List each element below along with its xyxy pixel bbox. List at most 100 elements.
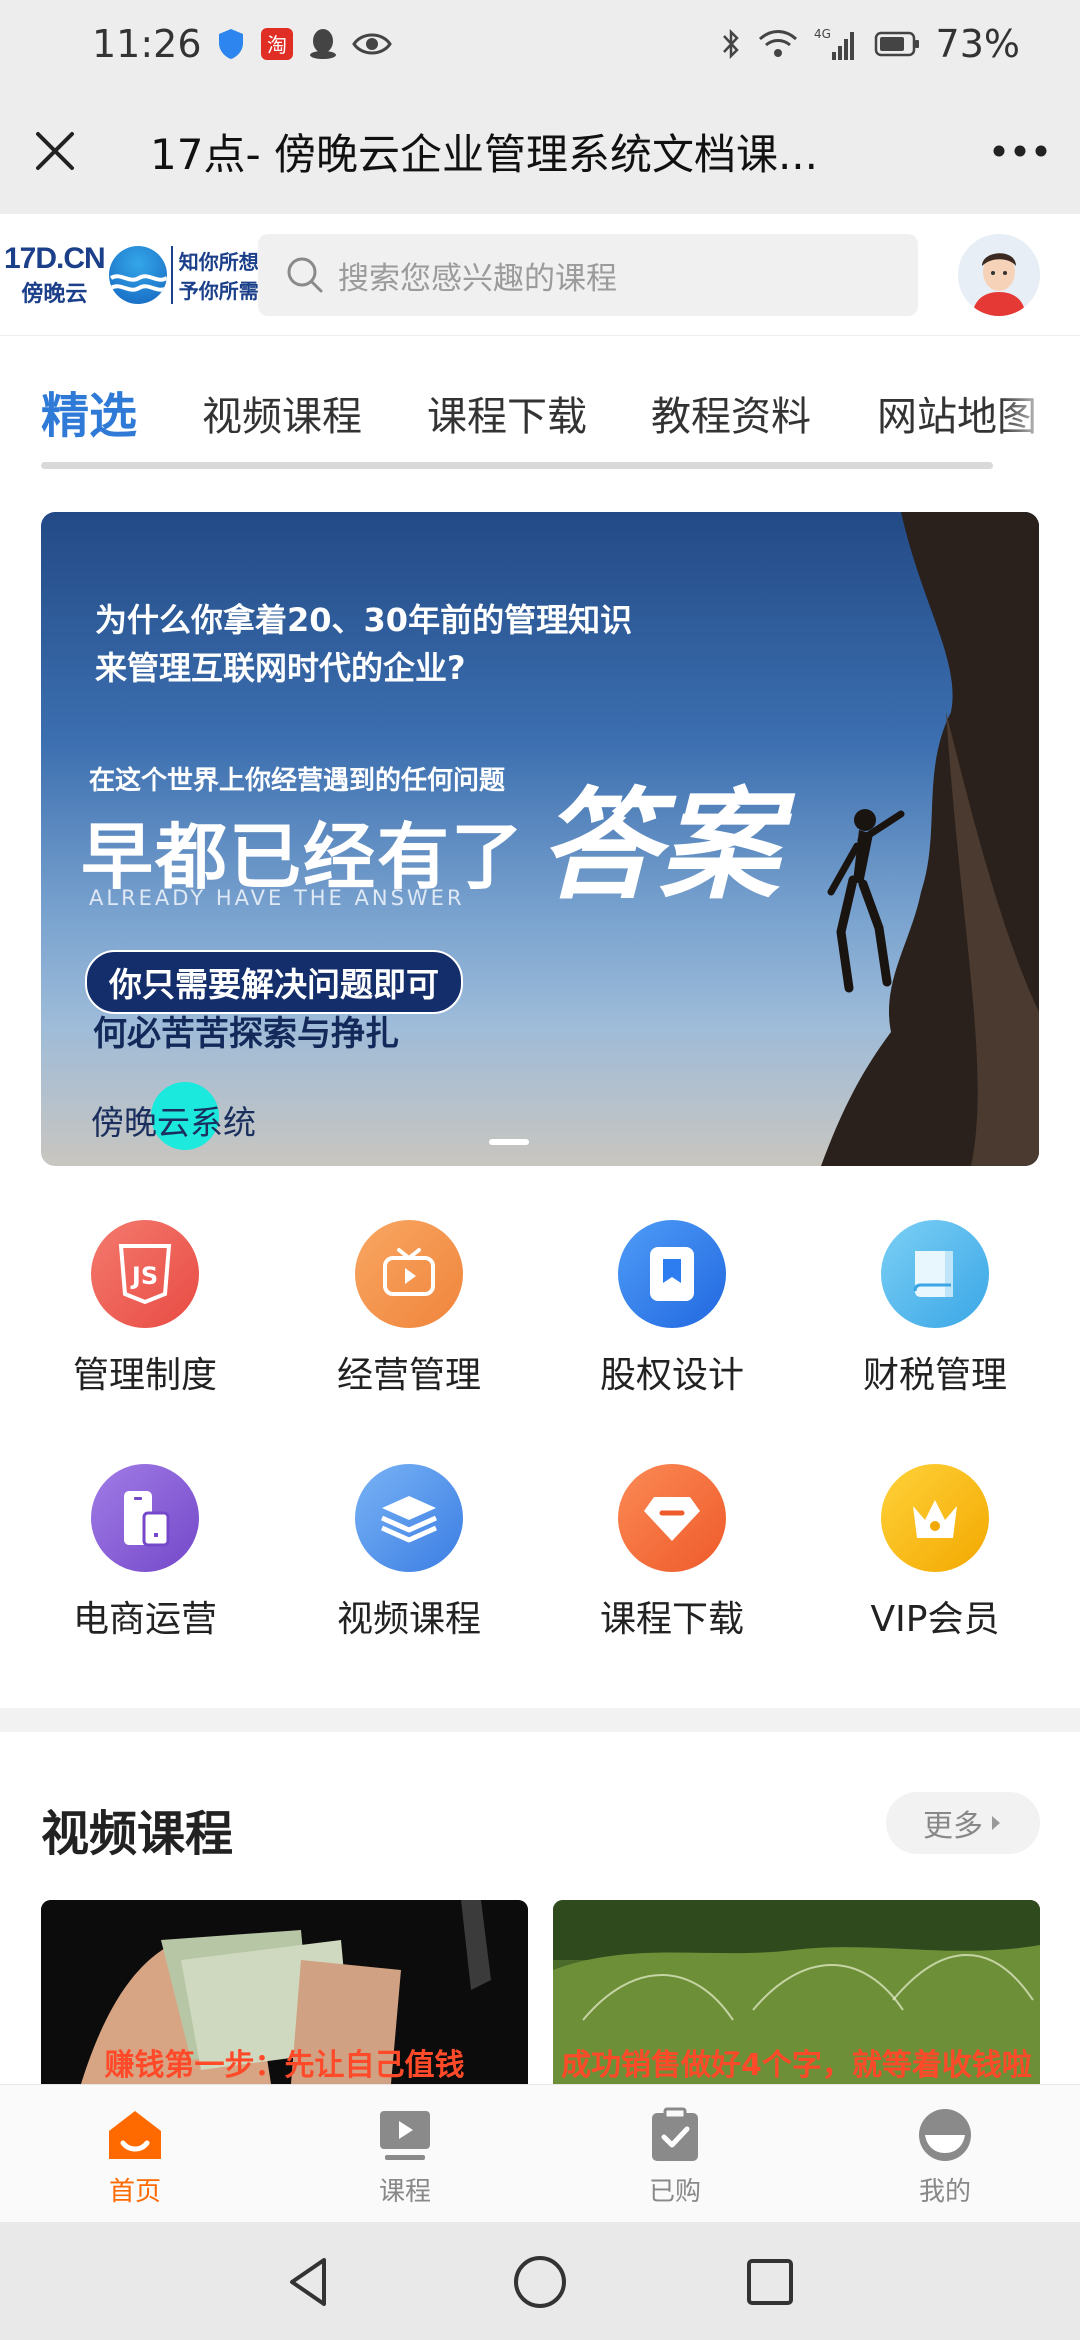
nav-profile[interactable]: 我的 (885, 2107, 1005, 2208)
home-button[interactable] (510, 2252, 570, 2312)
battery-percent: 73% (935, 22, 1020, 66)
status-time: 11:26 (92, 22, 202, 66)
search-icon (287, 257, 323, 293)
category-ecommerce[interactable]: 电商运营 (10, 1464, 280, 1664)
category-management-system[interactable]: JS 管理制度 (10, 1220, 280, 1420)
status-bar: 11:26 淘 4G 73% (0, 0, 1080, 88)
avatar[interactable] (958, 234, 1040, 316)
banner-question-line-1: 为什么你拿着20、30年前的管理知识 (95, 601, 633, 639)
tab-video-courses[interactable]: 视频课程 (202, 384, 362, 442)
category-label: 课程下载 (599, 1599, 744, 1640)
bluetooth-icon (720, 26, 742, 62)
nav-courses[interactable]: 课程 (345, 2107, 465, 2208)
category-tabs: 精选 视频课程 课程下载 教程资料 网站地图 (0, 360, 1080, 470)
category-label: 视频课程 (336, 1599, 481, 1640)
nav-label: 课程 (378, 2177, 431, 2207)
home-circle-icon (514, 2256, 566, 2308)
video-section-title: 视频课程 (41, 1806, 234, 1862)
layers-icon (355, 1464, 463, 1572)
bottom-nav: 首页 课程 已购 我的 (0, 2084, 1080, 2222)
category-label: 股权设计 (599, 1355, 744, 1396)
svg-text:JS: JS (130, 1262, 158, 1290)
banner-pill: 你只需要解决问题即可 (85, 950, 463, 1014)
category-label: VIP会员 (870, 1599, 1000, 1640)
tv-icon (355, 1220, 463, 1328)
logo-wave-icon (108, 245, 167, 304)
eye-icon (351, 29, 392, 59)
clipboard-check-icon (652, 2107, 698, 2161)
chevron-right-icon (992, 1816, 1000, 1830)
profile-icon (919, 2109, 971, 2161)
promo-banner[interactable]: 为什么你拿着20、30年前的管理知识 来管理互联网时代的企业? 在这个世界上你经… (41, 512, 1039, 1166)
close-button[interactable] (0, 88, 110, 214)
video-card-caption: 赚钱第一步：先让自己值钱 (104, 2048, 465, 2083)
js-shield-icon: JS (91, 1220, 199, 1328)
logo-slogan-1: 知你所想 (178, 249, 259, 274)
video-card-1[interactable]: 赚钱第一步：先让自己值钱 (41, 1900, 528, 2084)
carousel-indicator[interactable] (489, 1139, 529, 1145)
page-title: 17点- 傍晚云企业管理系统文档课... (150, 129, 819, 179)
taobao-icon: 淘 (260, 27, 294, 61)
logo-brand: 17D.CN (4, 241, 106, 275)
nav-label: 首页 (108, 2177, 161, 2207)
tabs-fade (1000, 360, 1080, 450)
home-icon (109, 2111, 161, 2159)
search-placeholder: 搜索您感兴趣的课程 (338, 260, 617, 297)
close-icon (36, 132, 74, 170)
category-course-downloads[interactable]: 课程下载 (537, 1464, 807, 1664)
banner-brand: 傍晚云系统 (91, 1103, 256, 1142)
category-label: 经营管理 (336, 1355, 481, 1396)
more-button[interactable]: 更多 (886, 1792, 1040, 1854)
cell-signal-icon: 4G (814, 26, 858, 62)
svg-text:淘: 淘 (267, 33, 287, 57)
diamond-icon (618, 1464, 726, 1572)
back-button[interactable] (280, 2252, 340, 2312)
category-video-courses[interactable]: 视频课程 (274, 1464, 544, 1664)
battery-icon (874, 30, 920, 58)
banner-small-line: 在这个世界上你经营遇到的任何问题 (89, 766, 506, 796)
category-equity-design[interactable]: 股权设计 (537, 1220, 807, 1420)
recents-button[interactable] (740, 2252, 800, 2312)
tab-featured[interactable]: 精选 (41, 376, 137, 446)
wifi-icon (758, 28, 798, 60)
more-menu-button[interactable] (960, 88, 1080, 214)
search-input[interactable]: 搜索您感兴趣的课程 (258, 234, 918, 316)
devices-icon (91, 1464, 199, 1572)
site-logo[interactable]: 17D.CN 傍晚云 知你所想 予你所需 (4, 230, 266, 320)
logo-cn: 傍晚云 (21, 280, 88, 306)
site-header: 17D.CN 傍晚云 知你所想 予你所需 搜索您感兴趣的课程 (0, 214, 1080, 336)
category-label: 管理制度 (72, 1355, 217, 1396)
svg-text:4G: 4G (814, 27, 831, 41)
category-vip-membership[interactable]: VIP会员 (800, 1464, 1070, 1664)
nav-home[interactable]: 首页 (75, 2107, 195, 2208)
category-business-management[interactable]: 经营管理 (274, 1220, 544, 1420)
banner-english: ALREADY HAVE THE ANSWER (89, 886, 465, 910)
category-label: 财税管理 (862, 1355, 1007, 1396)
banner-question-line-2: 来管理互联网时代的企业? (95, 649, 466, 687)
recents-square-icon (747, 2259, 793, 2305)
tab-course-downloads[interactable]: 课程下载 (427, 384, 587, 442)
bookmark-icon (618, 1220, 726, 1328)
qq-icon (308, 27, 338, 61)
section-divider (0, 1708, 1080, 1732)
tab-tutorials[interactable]: 教程资料 (651, 384, 811, 442)
crown-icon (881, 1464, 989, 1572)
title-bar: 17点- 傍晚云企业管理系统文档课... (0, 88, 1080, 214)
logo-slogan-2: 予你所需 (178, 278, 259, 303)
nav-label: 我的 (918, 2177, 971, 2207)
play-screen-icon (380, 2111, 430, 2160)
tab-scrollbar[interactable] (41, 462, 993, 469)
banner-answer: 答案 (539, 775, 779, 916)
more-label: 更多 (923, 1809, 983, 1844)
back-triangle-icon (290, 2258, 326, 2306)
category-finance-tax[interactable]: 财税管理 (800, 1220, 1070, 1420)
category-label: 电商运营 (72, 1599, 217, 1640)
shield-icon (216, 27, 246, 61)
banner-question: 为什么你拿着20、30年前的管理知识 来管理互联网时代的企业? (95, 596, 632, 692)
video-card-caption: 成功销售做好4个字，就等着收钱啦 (561, 2048, 1032, 2083)
book-icon (881, 1220, 989, 1328)
video-card-2[interactable]: 成功销售做好4个字，就等着收钱啦 (553, 1900, 1040, 2084)
nav-purchased[interactable]: 已购 (615, 2107, 735, 2208)
system-nav-bar (0, 2222, 1080, 2340)
banner-subline: 何必苦苦探索与挣扎 (93, 1014, 399, 1054)
